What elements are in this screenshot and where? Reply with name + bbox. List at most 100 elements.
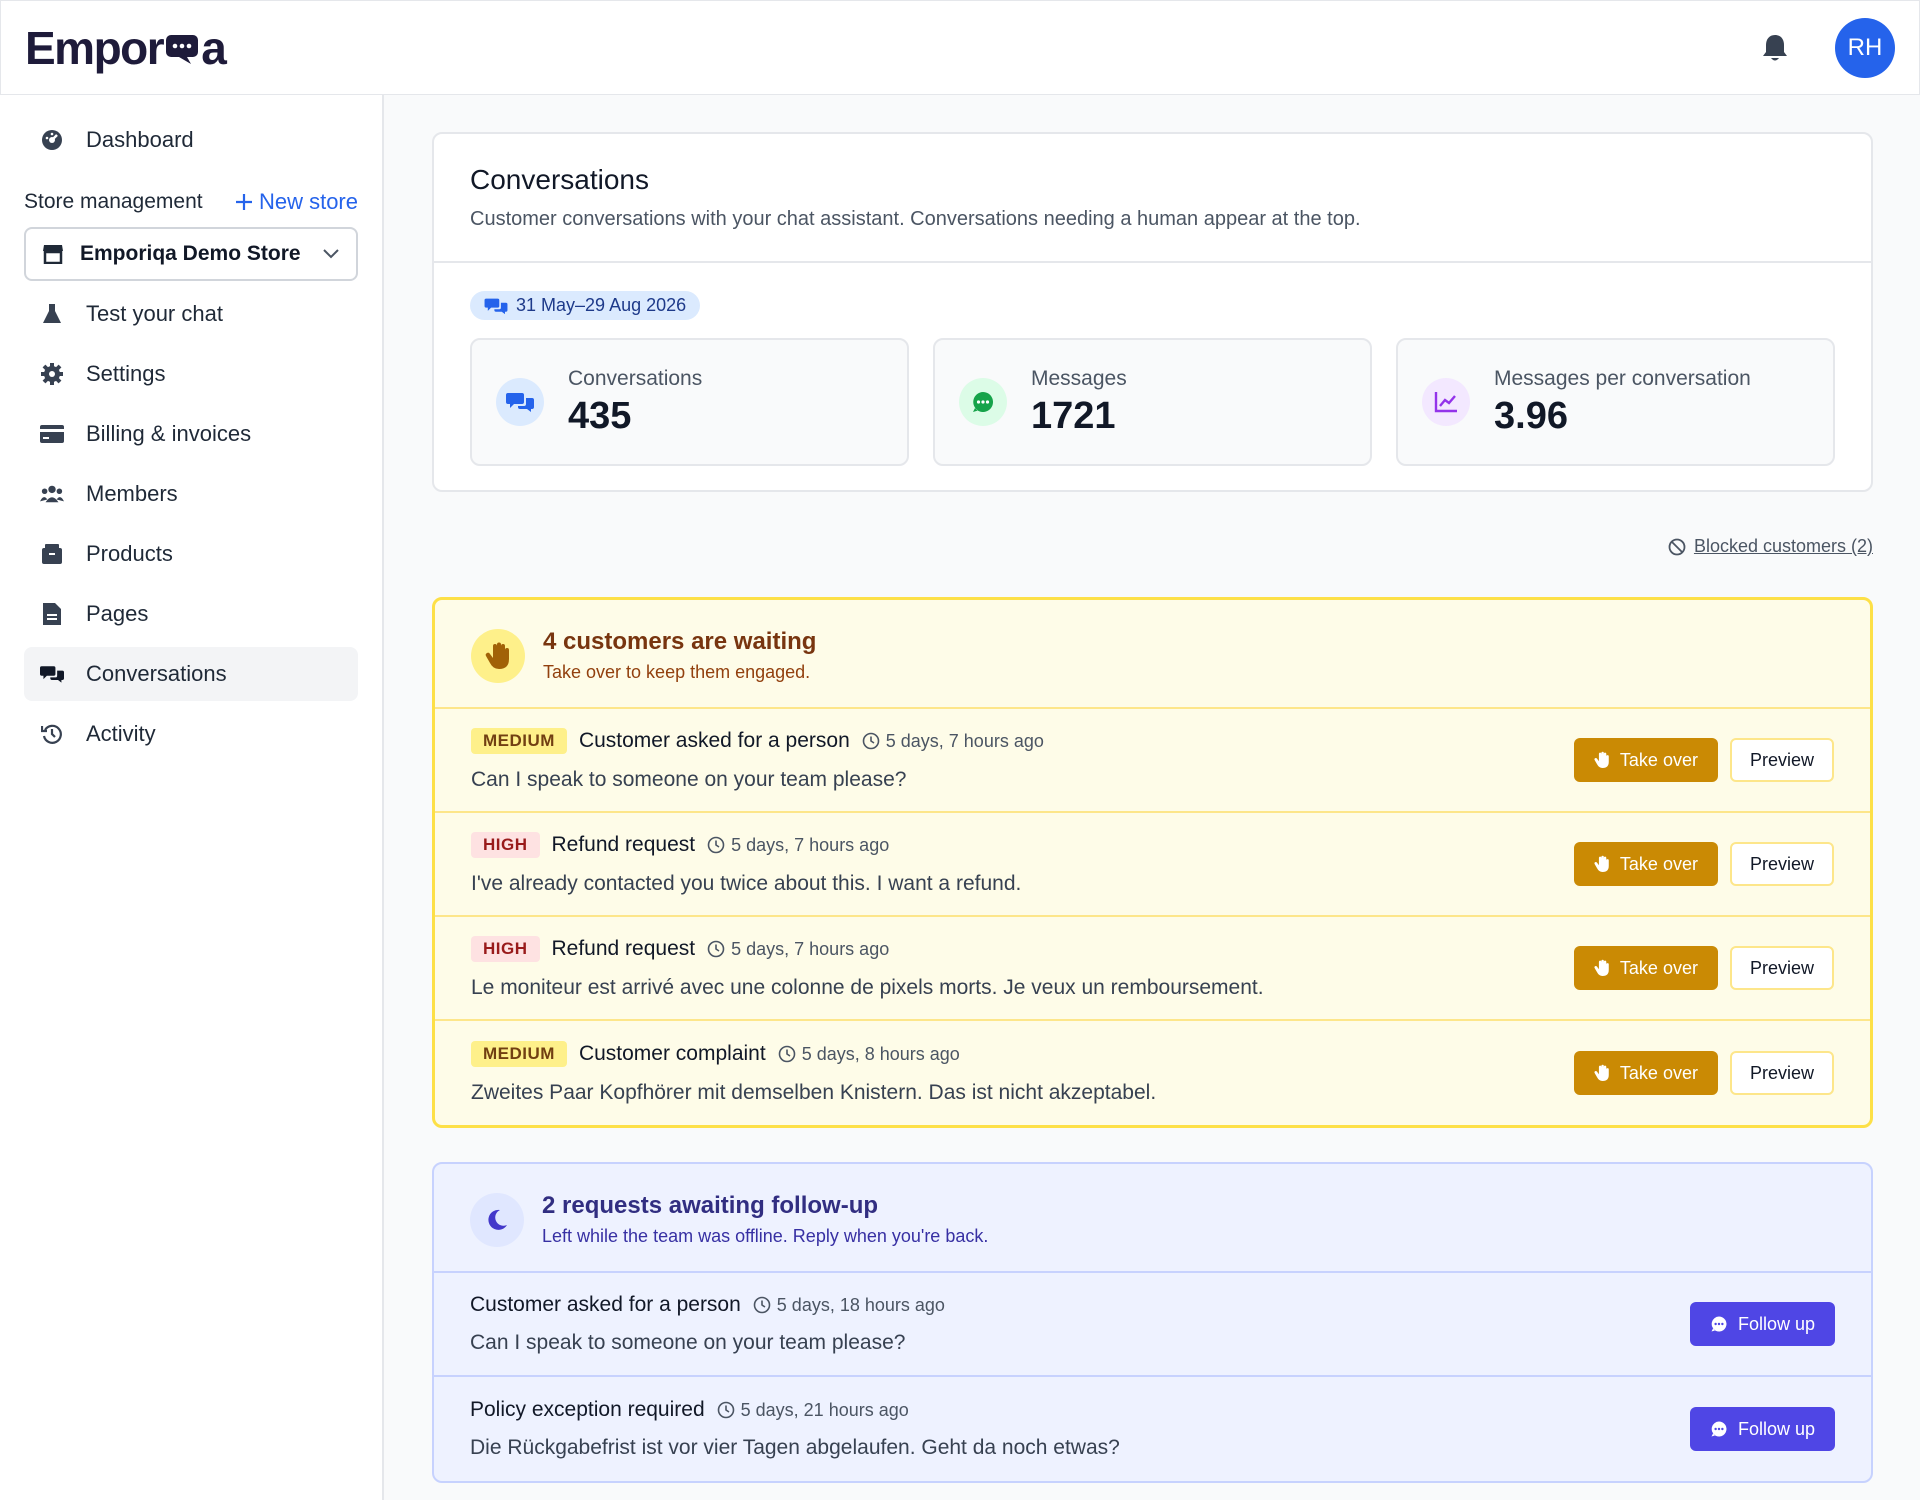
clock-icon <box>753 1296 771 1314</box>
follow-up-row: Policy exception required 5 days, 21 hou… <box>434 1377 1871 1481</box>
flask-icon <box>40 302 64 326</box>
file-icon <box>40 602 64 626</box>
follow-up-subtitle: Left while the team was offline. Reply w… <box>542 1226 989 1246</box>
store-icon <box>42 244 64 264</box>
clock-icon <box>707 836 725 854</box>
waiting-row: HIGH Refund request 5 days, 7 hours ago … <box>435 917 1870 1021</box>
comments-icon <box>496 378 544 426</box>
row-time: 5 days, 7 hours ago <box>707 939 889 960</box>
message-dots-icon <box>1710 1315 1728 1333</box>
sidebar-item-billing[interactable]: Billing & invoices <box>24 407 358 461</box>
sidebar-item-dashboard[interactable]: Dashboard <box>24 113 358 167</box>
take-over-button[interactable]: Take over <box>1573 738 1718 782</box>
row-title: Policy exception required <box>470 1398 705 1421</box>
hand-icon <box>1594 1064 1610 1082</box>
row-time: 5 days, 18 hours ago <box>753 1295 945 1316</box>
page-subtitle: Customer conversations with your chat as… <box>470 208 1361 230</box>
row-message: Die Rückgabefrist ist vor vier Tagen abg… <box>470 1436 1120 1459</box>
date-range-badge[interactable]: 31 May–29 Aug 2026 <box>470 291 701 320</box>
stat-messages: Messages 1721 <box>933 338 1372 466</box>
chart-line-icon <box>1422 378 1470 426</box>
top-bar: Empor a RH <box>0 0 1920 95</box>
take-over-button[interactable]: Take over <box>1573 946 1718 990</box>
priority-badge: MEDIUM <box>471 728 567 754</box>
waiting-row: MEDIUM Customer complaint 5 days, 8 hour… <box>435 1021 1870 1125</box>
row-message: Zweites Paar Kopfhörer mit demselben Kni… <box>471 1081 1157 1104</box>
waiting-title: 4 customers are waiting <box>543 628 817 655</box>
avatar[interactable]: RH <box>1835 17 1895 78</box>
sidebar-item-settings[interactable]: Settings <box>24 347 358 401</box>
priority-badge: HIGH <box>471 936 540 962</box>
priority-badge: HIGH <box>471 832 540 858</box>
row-message: Le moniteur est arrivé avec une colonne … <box>471 976 1264 999</box>
waiting-row: HIGH Refund request 5 days, 7 hours ago … <box>435 813 1870 917</box>
plus-icon <box>235 193 253 211</box>
hand-icon <box>1594 855 1610 873</box>
row-message: Can I speak to someone on your team plea… <box>470 1331 906 1354</box>
row-title: Customer asked for a person <box>470 1293 741 1316</box>
box-icon <box>40 542 64 566</box>
stat-conversations: Conversations 435 <box>470 338 909 466</box>
clock-icon <box>862 732 880 750</box>
message-dots-icon <box>1710 1420 1728 1438</box>
preview-button[interactable]: Preview <box>1729 946 1834 990</box>
priority-badge: MEDIUM <box>471 1041 567 1067</box>
hand-icon <box>1594 959 1610 977</box>
follow-up-button[interactable]: Follow up <box>1689 1407 1835 1451</box>
sidebar-item-products[interactable]: Products <box>24 527 358 581</box>
row-title: Customer complaint <box>578 1042 766 1065</box>
moon-icon <box>470 1192 524 1247</box>
preview-button[interactable]: Preview <box>1729 842 1834 886</box>
conversations-summary-card: Conversations Customer conversations wit… <box>432 132 1873 492</box>
credit-card-icon <box>40 422 64 446</box>
row-time: 5 days, 8 hours ago <box>778 1044 960 1065</box>
take-over-button[interactable]: Take over <box>1573 842 1718 886</box>
follow-up-panel: 2 requests awaiting follow-up Left while… <box>432 1162 1873 1483</box>
row-title: Customer asked for a person <box>578 729 850 752</box>
chevron-down-icon <box>322 248 340 260</box>
row-message: I've already contacted you twice about t… <box>471 872 1022 895</box>
preview-button[interactable]: Preview <box>1729 738 1834 782</box>
blocked-customers-link[interactable]: Blocked customers (2) <box>1668 536 1873 557</box>
comments-icon <box>484 297 508 315</box>
clock-icon <box>717 1401 735 1419</box>
sidebar-item-members[interactable]: Members <box>24 467 358 521</box>
stats-row: Conversations 435 Messages 1721 Messages… <box>470 338 1835 466</box>
sidebar-item-conversations[interactable]: Conversations <box>24 647 358 701</box>
row-time: 5 days, 7 hours ago <box>707 835 889 856</box>
clock-icon <box>778 1045 796 1063</box>
chat-bubble-icon <box>165 31 199 65</box>
preview-button[interactable]: Preview <box>1729 1051 1834 1095</box>
waiting-row: MEDIUM Customer asked for a person 5 day… <box>435 709 1870 813</box>
message-dots-icon <box>959 378 1007 426</box>
clock-icon <box>707 940 725 958</box>
row-time: 5 days, 21 hours ago <box>717 1400 909 1421</box>
history-icon <box>40 722 64 746</box>
sidebar-item-activity[interactable]: Activity <box>24 707 358 761</box>
gauge-icon <box>40 128 64 152</box>
users-icon <box>40 482 64 506</box>
logo[interactable]: Empor a <box>25 21 227 75</box>
stat-messages-per-conversation: Messages per conversation 3.96 <box>1396 338 1835 466</box>
sidebar-item-test-chat[interactable]: Test your chat <box>24 287 358 341</box>
bell-icon[interactable] <box>1761 33 1789 63</box>
comments-icon <box>40 662 64 686</box>
gear-icon <box>40 362 64 386</box>
hand-icon <box>1594 751 1610 769</box>
waiting-subtitle: Take over to keep them engaged. <box>543 662 811 682</box>
main-content: Conversations Customer conversations wit… <box>432 132 1873 1483</box>
follow-up-row: Customer asked for a person 5 days, 18 h… <box>434 1273 1871 1377</box>
ban-icon <box>1668 538 1686 556</box>
follow-up-title: 2 requests awaiting follow-up <box>542 1192 879 1219</box>
store-selector[interactable]: Emporiqa Demo Store <box>24 227 358 281</box>
row-title: Refund request <box>551 833 696 856</box>
sidebar-item-pages[interactable]: Pages <box>24 587 358 641</box>
take-over-button[interactable]: Take over <box>1573 1051 1718 1095</box>
store-management-header: Store management New store <box>24 189 358 215</box>
row-title: Refund request <box>551 937 696 960</box>
row-time: 5 days, 7 hours ago <box>862 731 1044 752</box>
waiting-customers-panel: 4 customers are waiting Take over to kee… <box>432 597 1873 1128</box>
row-message: Can I speak to someone on your team plea… <box>471 768 907 791</box>
follow-up-button[interactable]: Follow up <box>1689 1302 1835 1346</box>
new-store-link[interactable]: New store <box>235 189 358 215</box>
